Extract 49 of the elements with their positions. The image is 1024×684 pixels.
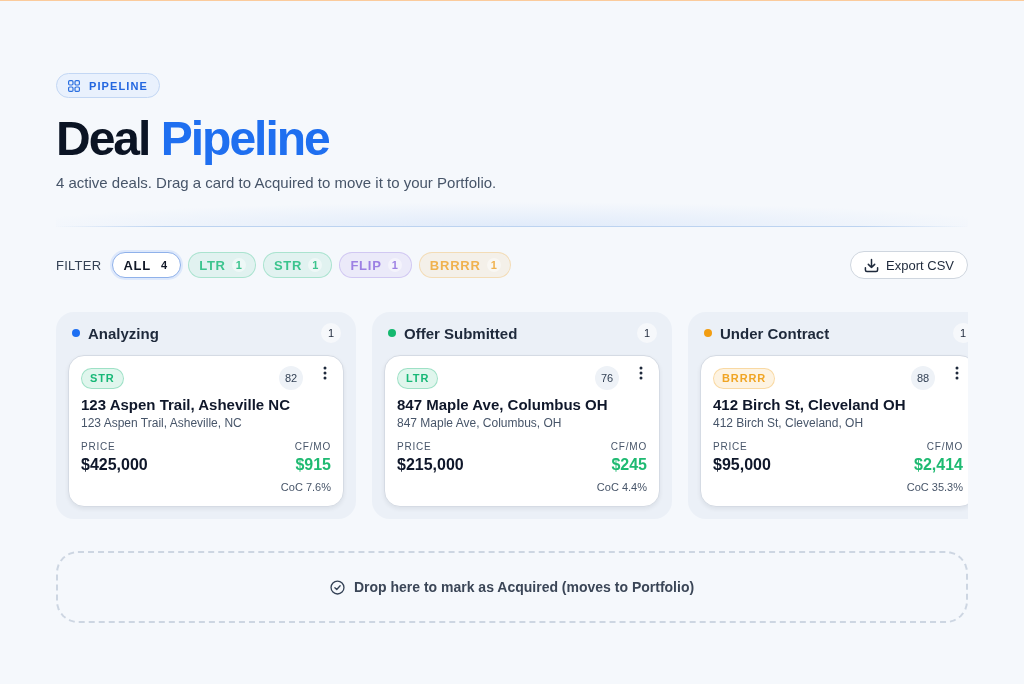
- price-label: PRICE: [397, 440, 433, 454]
- strategy-tag: LTR: [397, 367, 439, 389]
- grid-icon: [68, 79, 80, 92]
- page-subtitle: 4 active deals. Drag a card to Acquired to move it to your Portfolio.: [56, 173, 498, 193]
- strategy-tag: BRRRR: [713, 367, 776, 389]
- column-title: Analyzing: [88, 324, 159, 342]
- column-title: Under Contract: [720, 324, 830, 342]
- filter-label: FILTER: [56, 257, 102, 273]
- deal-card[interactable]: BRRRR 88 412 Birch St, Cleveland OH 412 Birch St, Cleveland, OH PRICE $95,000 CF/MO $2,414 CoC 35.3%: [700, 355, 968, 507]
- price-value: $95,000: [713, 455, 771, 475]
- column-count: 1: [637, 323, 657, 343]
- deal-score: 88: [911, 366, 935, 390]
- cashflow-label: CF/MO: [293, 440, 331, 454]
- cashflow-label: CF/MO: [925, 440, 963, 454]
- deal-title: 412 Birch St, Cleveland OH: [713, 395, 907, 415]
- cashflow-value: $915: [294, 455, 331, 475]
- price-value: $425,000: [81, 455, 148, 475]
- column-title: Offer Submitted: [404, 324, 518, 342]
- deal-title: 847 Maple Ave, Columbus OH: [397, 395, 609, 415]
- download-icon: [864, 257, 880, 273]
- column-count: 1: [321, 323, 341, 343]
- strategy-tag: STR: [81, 367, 124, 389]
- price-label: PRICE: [713, 440, 749, 454]
- check-circle-icon: [329, 579, 345, 595]
- drop-zone-text: Drop here to mark as Acquired (moves to Portfolio): [353, 579, 695, 595]
- coc-value: CoC 7.6%: [280, 480, 331, 495]
- section-chip-text: PIPELINE: [89, 78, 148, 93]
- more-icon[interactable]: [323, 366, 327, 380]
- deal-card[interactable]: STR 82 123 Aspen Trail, Asheville NC 123 Aspen Trail, Asheville, NC PRICE $425,000 CF/MO $915 CoC 7.6%: [68, 355, 344, 507]
- deal-score: 82: [279, 366, 303, 390]
- price-value: $215,000: [397, 455, 464, 475]
- price-label: PRICE: [81, 440, 117, 454]
- deal-score: 76: [595, 366, 619, 390]
- page-title: Deal Pipeline: [56, 112, 330, 165]
- deal-address: 412 Birch St, Cleveland, OH: [713, 415, 865, 431]
- column-count: 1: [953, 323, 968, 343]
- cashflow-label: CF/MO: [609, 440, 647, 454]
- cashflow-value: $2,414: [913, 455, 963, 475]
- coc-value: CoC 4.4%: [596, 480, 647, 495]
- more-icon[interactable]: [955, 366, 959, 380]
- deal-address: 123 Aspen Trail, Asheville, NC: [81, 415, 243, 431]
- deal-card[interactable]: LTR 76 847 Maple Ave, Columbus OH 847 Maple Ave, Columbus, OH PRICE $215,000 CF/MO $245 CoC 4.4%: [384, 355, 660, 507]
- coc-value: CoC 35.3%: [906, 480, 963, 495]
- filter-chip[interactable]: ALL 4: [112, 252, 182, 278]
- export-button[interactable]: Export CSV: [850, 251, 968, 279]
- deal-address: 847 Maple Ave, Columbus, OH: [397, 415, 563, 431]
- more-icon[interactable]: [639, 366, 643, 380]
- cashflow-value: $245: [610, 455, 647, 475]
- deal-title: 123 Aspen Trail, Asheville NC: [81, 395, 291, 415]
